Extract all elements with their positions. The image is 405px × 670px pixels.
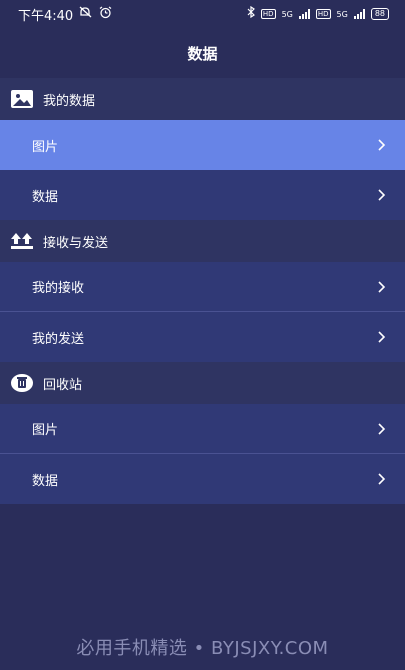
section-header-my-data: 我的数据 [0,78,405,120]
list-item-label: 数据 [32,189,59,205]
watermark: 必用手机精选 • BYJSJXY.COM [76,638,329,659]
list-item-my-data-images[interactable]: 图片 [0,120,405,170]
list-item-label: 数据 [32,473,59,489]
battery-icon: 88 [370,8,389,20]
list-item-my-sent[interactable]: 我的发送 [0,312,405,362]
section-header-recycle-bin: 回收站 [0,362,405,404]
list-item-label: 图片 [32,139,59,155]
page-title: 数据 [187,44,218,63]
hd-badge: HD [260,9,276,19]
chevron-right-icon [377,280,387,294]
mute-icon [79,6,93,22]
hd-badge-2: HD [315,9,331,19]
status-time: 下午4:40 [18,8,74,24]
network-label-2: 5G [336,9,348,19]
list-item-my-data-data[interactable]: 数据 [0,170,405,220]
image-icon [11,89,33,109]
status-bar: 下午4:40 HD 5G HD 5G 88 [0,0,405,28]
section-header-transfer: 接收与发送 [0,220,405,262]
signal-icon-2 [353,9,365,19]
list-item-label: 我的发送 [32,331,85,347]
app-bar: 数据 [0,28,405,78]
transfer-arrows-icon [11,231,33,251]
list-item-my-received[interactable]: 我的接收 [0,262,405,312]
list-item-label: 图片 [32,423,59,438]
section-title: 回收站 [43,377,83,393]
list-item-recycle-data[interactable]: 数据 [0,454,405,504]
trash-icon [11,373,33,393]
list-item-label: 我的接收 [32,281,85,296]
chevron-right-icon [377,188,387,202]
signal-icon [298,9,310,19]
alarm-icon [99,6,112,23]
chevron-right-icon [377,330,387,344]
list-item-recycle-images[interactable]: 图片 [0,404,405,454]
network-label: 5G [281,9,293,19]
section-title: 接收与发送 [43,235,109,251]
chevron-right-icon [377,422,387,436]
section-title: 我的数据 [43,93,96,109]
chevron-right-icon [377,472,387,486]
bluetooth-icon [247,5,255,22]
chevron-right-icon [377,138,387,152]
